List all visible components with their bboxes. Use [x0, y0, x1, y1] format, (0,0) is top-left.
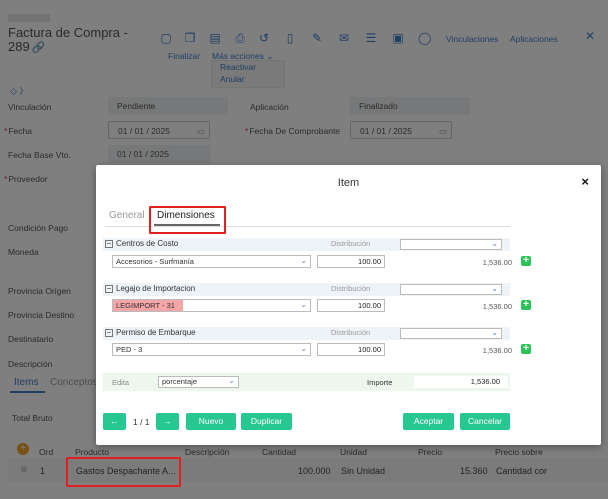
edit-mode-select[interactable]: porcentaje ⌄: [158, 376, 239, 388]
distribucion-label: Distribución: [331, 328, 371, 337]
tab-highlight: [149, 206, 226, 234]
section-title: Permiso de Embarque: [116, 328, 196, 337]
modal-title: Item: [337, 177, 360, 189]
prev-button[interactable]: ←: [103, 413, 126, 430]
distribution-input[interactable]: 100.00: [317, 255, 385, 268]
add-dimension-icon[interactable]: +: [521, 256, 531, 266]
cancelar-button[interactable]: Cancelar: [460, 413, 510, 430]
chevron-down-icon: ⌄: [228, 376, 235, 385]
chevron-down-icon: ⌄: [300, 256, 307, 265]
centro-costo-select[interactable]: Accesorios - Surfmanía ⌄: [112, 255, 311, 268]
section-permiso-embarque: − Permiso de Embarque Distribución ⌄: [103, 327, 510, 340]
distribucion-label: Distribución: [331, 239, 371, 248]
product-cell-highlight: [66, 457, 181, 487]
distribution-select[interactable]: ⌄: [400, 284, 502, 295]
distribucion-label: Distribución: [331, 284, 371, 293]
tab-general[interactable]: General: [109, 210, 145, 221]
importe-value: 1,536.00: [414, 376, 508, 388]
pager: 1 / 1: [133, 417, 150, 427]
section-title: Centros de Costo: [116, 239, 179, 248]
amount-value: 1,536.00: [482, 258, 512, 267]
distribution-input[interactable]: 100.00: [317, 299, 385, 312]
aceptar-button[interactable]: Aceptar: [403, 413, 454, 430]
chevron-down-icon: ⌄: [300, 300, 307, 309]
section-title: Legajo de Importacion: [116, 284, 196, 293]
collapse-icon[interactable]: −: [105, 240, 113, 248]
arrow-left-icon: ←: [110, 416, 119, 426]
amount-value: 1,536.00: [482, 302, 512, 311]
distribution-select[interactable]: ⌄: [400, 328, 502, 339]
permiso-select[interactable]: PED - 3 ⌄: [112, 343, 311, 356]
collapse-icon[interactable]: −: [105, 285, 113, 293]
chevron-down-icon: ⌄: [491, 284, 498, 293]
distribution-select[interactable]: ⌄: [400, 239, 502, 250]
next-button[interactable]: →: [156, 413, 179, 430]
amount-value: 1,536.00: [482, 346, 512, 355]
collapse-icon[interactable]: −: [105, 329, 113, 337]
nuevo-button[interactable]: Nuevo: [186, 413, 236, 430]
section-centros-de-costo: − Centros de Costo Distribución ⌄: [103, 238, 510, 251]
item-modal: Item × General Dimensiones − Centros de …: [96, 165, 601, 445]
distribution-input[interactable]: 100.00: [317, 343, 385, 356]
chevron-down-icon: ⌄: [491, 239, 498, 248]
chevron-down-icon: ⌄: [491, 328, 498, 337]
importe-label: Importe: [367, 378, 393, 387]
chevron-down-icon: ⌄: [300, 344, 307, 353]
close-icon[interactable]: ×: [581, 174, 589, 189]
edit-bar: Edita porcentaje ⌄ Importe 1,536.00: [103, 373, 510, 391]
add-dimension-icon[interactable]: +: [521, 344, 531, 354]
arrow-right-icon: →: [163, 416, 172, 426]
add-dimension-icon[interactable]: +: [521, 300, 531, 310]
duplicar-button[interactable]: Duplicar: [241, 413, 292, 430]
edita-label: Edita: [112, 378, 130, 387]
section-legajo-importacion: − Legajo de Importacion Distribución ⌄: [103, 283, 510, 296]
legajo-select[interactable]: LEGIMPORT - 31 ⌄: [112, 299, 311, 312]
